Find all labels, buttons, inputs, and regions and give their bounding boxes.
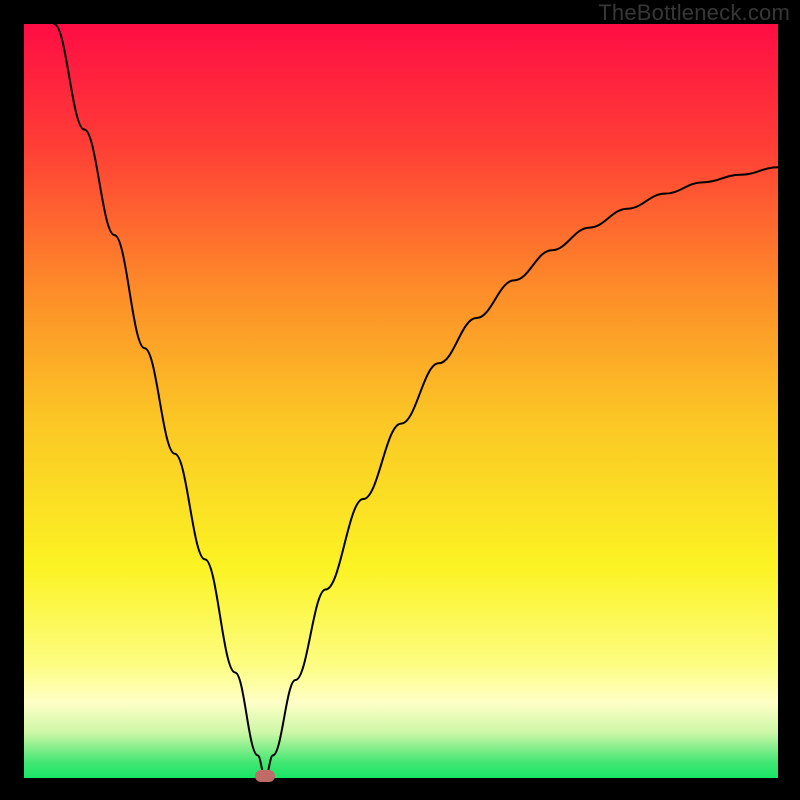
optimal-point-marker — [255, 770, 275, 782]
bottleneck-chart — [24, 24, 778, 778]
chart-frame: TheBottleneck.com — [0, 0, 800, 800]
plot-background — [24, 24, 778, 778]
watermark-text: TheBottleneck.com — [598, 0, 790, 26]
